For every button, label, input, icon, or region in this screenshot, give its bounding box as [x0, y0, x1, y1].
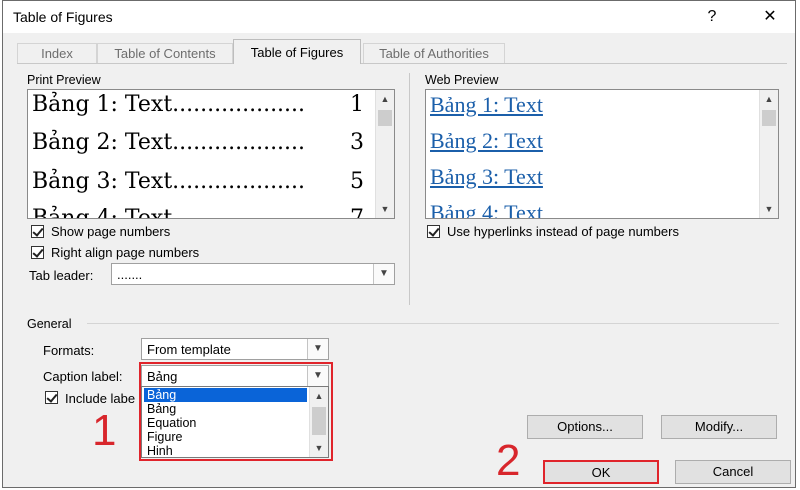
tab-leader-value: ....... — [117, 267, 143, 282]
chevron-down-icon[interactable]: ▼ — [307, 339, 328, 359]
close-button[interactable]: ✕ — [755, 5, 785, 29]
table-of-figures-dialog: Table of Figures ? ✕ Index Table of Cont… — [2, 0, 796, 488]
print-preview-page: 3 — [350, 130, 364, 155]
web-preview-label: Web Preview — [425, 73, 499, 87]
include-label-checkbox[interactable] — [45, 391, 58, 404]
tab-index[interactable]: Index — [17, 43, 97, 63]
print-preview-page: 7 — [350, 206, 364, 219]
print-preview-line: Bảng 2: Text................... — [32, 130, 306, 155]
formats-label: Formats: — [43, 343, 95, 358]
print-preview-label: Print Preview — [27, 73, 101, 87]
web-preview-box[interactable]: Bảng 1: Text Bảng 2: Text Bảng 3: Text B… — [425, 89, 779, 219]
scroll-up-icon[interactable]: ▲ — [760, 90, 778, 108]
tab-table-of-figures[interactable]: Table of Figures — [233, 39, 361, 64]
right-align-label: Right align page numbers — [51, 245, 200, 260]
modify-button[interactable]: Modify... — [661, 415, 777, 439]
general-separator — [87, 323, 779, 324]
tab-strip-divider — [17, 63, 787, 64]
caption-label-label: Caption label: — [43, 369, 123, 384]
options-button[interactable]: Options... — [527, 415, 643, 439]
web-preview-link: Bảng 4: Text — [430, 200, 543, 219]
web-preview-link: Bảng 2: Text — [430, 128, 543, 153]
print-preview-line: Bảng 1: Text................... — [32, 92, 306, 117]
scroll-down-icon[interactable]: ▼ — [376, 200, 394, 218]
scroll-thumb[interactable] — [762, 110, 776, 126]
include-label-label: Include labe — [65, 391, 136, 406]
web-preview-link: Bảng 3: Text — [430, 164, 543, 189]
formats-value: From template — [147, 342, 231, 357]
print-preview-scrollbar[interactable]: ▲ ▼ — [375, 90, 394, 218]
scroll-thumb[interactable] — [378, 110, 392, 126]
cancel-button[interactable]: Cancel — [675, 460, 791, 484]
web-preview-scrollbar[interactable]: ▲ ▼ — [759, 90, 778, 218]
chevron-down-icon[interactable]: ▼ — [373, 264, 394, 284]
caption-highlight-box — [139, 362, 333, 461]
print-preview-page: 5 — [350, 169, 364, 194]
scroll-down-icon[interactable]: ▼ — [760, 200, 778, 218]
scroll-up-icon[interactable]: ▲ — [376, 90, 394, 108]
title-bar: Table of Figures ? ✕ — [3, 1, 795, 33]
help-button[interactable]: ? — [697, 5, 727, 29]
formats-select[interactable]: From template ▼ — [141, 338, 329, 360]
dialog-title: Table of Figures — [13, 9, 113, 25]
tab-leader-select[interactable]: ....... ▼ — [111, 263, 395, 285]
right-align-checkbox[interactable] — [31, 246, 44, 259]
use-hyperlinks-checkbox[interactable] — [427, 225, 440, 238]
tab-leader-label: Tab leader: — [29, 268, 94, 283]
tab-table-of-contents[interactable]: Table of Contents — [97, 43, 233, 63]
step-two-annotation: 2 — [496, 436, 521, 485]
column-divider — [409, 73, 410, 305]
print-preview-line: Bảng 3: Text................... — [32, 169, 306, 194]
ok-button[interactable]: OK — [543, 460, 659, 484]
show-page-numbers-checkbox[interactable] — [31, 225, 44, 238]
print-preview-page: 1 — [350, 92, 364, 117]
step-one-annotation: 1 — [92, 406, 117, 455]
print-preview-line: Bảng 4: Text................... — [32, 206, 306, 219]
tab-table-of-authorities[interactable]: Table of Authorities — [363, 43, 505, 63]
general-label: General — [27, 317, 72, 331]
print-preview-box[interactable]: Bảng 1: Text................... 1 Bảng 2… — [27, 89, 395, 219]
show-page-numbers-label: Show page numbers — [51, 224, 171, 239]
use-hyperlinks-label: Use hyperlinks instead of page numbers — [447, 224, 679, 239]
web-preview-link: Bảng 1: Text — [430, 92, 543, 117]
